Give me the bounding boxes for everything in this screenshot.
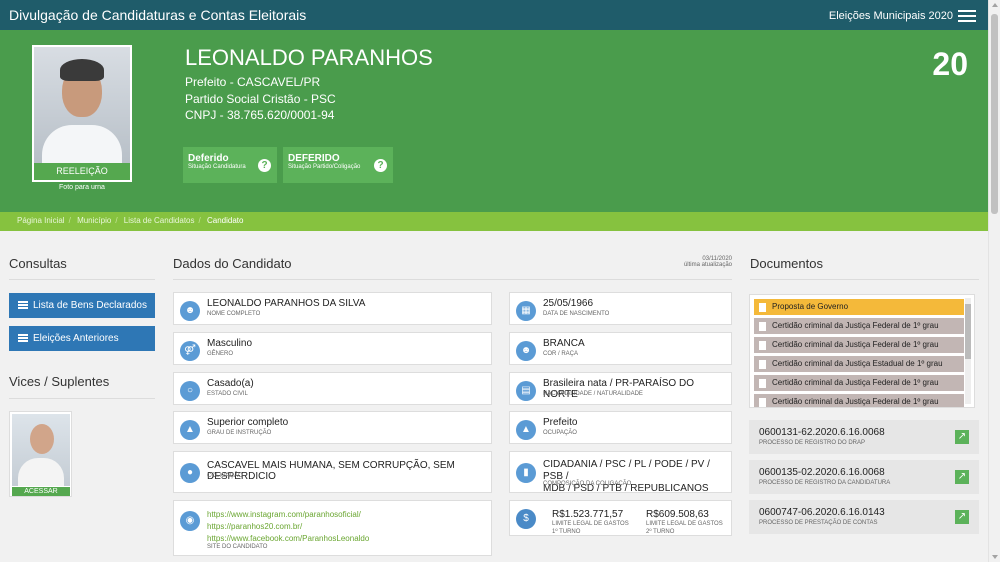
globe-icon: ◉ [180, 511, 200, 531]
assets-list-button[interactable]: Lista de Bens Declarados [9, 293, 155, 318]
person-icon: ☻ [516, 341, 536, 361]
file-icon [759, 398, 766, 407]
gender-card: ⚤ Masculino GÊNERO [173, 332, 492, 365]
documents-scrollbar[interactable] [965, 298, 971, 404]
process-drap: 0600131-62.2020.6.16.0068 PROCESSO DE RE… [749, 420, 979, 454]
candidate-header: REELEIÇÃO Foto para urna LEONALDO PARANH… [0, 30, 988, 212]
website-link[interactable]: https://paranhos20.com.br/ [207, 522, 302, 531]
calendar-icon: ▦ [516, 301, 536, 321]
candidate-cnpj: CNPJ - 38.765.620/0001-94 [185, 108, 335, 122]
gender-icon: ⚤ [180, 341, 200, 361]
bank-icon: ▲ [516, 420, 536, 440]
breadcrumb-municipio[interactable]: Município [77, 216, 111, 225]
coalition-card: ● CASCAVEL MAIS HUMANA, SEM CORRUPÇÃO, S… [173, 451, 492, 493]
consultas-title: Consultas [9, 256, 67, 271]
reelection-badge: REELEIÇÃO [34, 163, 130, 180]
user-icon: ☻ [180, 301, 200, 321]
folder-icon: ▮ [516, 463, 536, 483]
nationality-card: ▤ Brasileira nata / PR-PARAÍSO DO NORTE … [509, 372, 732, 405]
marital-status-card: ○ Casado(a) ESTADO CIVIL [173, 372, 492, 405]
race-card: ☻ BRANCA COR / RAÇA [509, 332, 732, 365]
breadcrumb-candidates[interactable]: Lista de Candidatos [124, 216, 195, 225]
graduation-cap-icon: ▲ [180, 420, 200, 440]
scroll-down-icon[interactable] [992, 555, 998, 559]
scrollbar-thumb[interactable] [991, 14, 998, 214]
help-icon[interactable]: ? [258, 159, 271, 172]
external-link-icon[interactable]: ↗ [955, 430, 969, 444]
instagram-link[interactable]: https://www.instagram.com/paranhosoficia… [207, 510, 361, 519]
divider [9, 398, 155, 399]
candidate-portrait [34, 47, 130, 163]
hamburger-menu-icon[interactable] [958, 10, 976, 22]
status-candidacy: Deferido Situação Candidatura ? [183, 147, 277, 183]
breadcrumb-current: Candidato [206, 216, 244, 225]
documents-title: Documentos [750, 256, 823, 271]
breadcrumb-home[interactable]: Página Inicial [17, 216, 65, 225]
doc-certidao[interactable]: Certidão criminal da Justiça Federal de … [754, 394, 964, 407]
doc-certidao[interactable]: Certidão criminal da Justiça Federal de … [754, 337, 964, 353]
file-icon [759, 303, 766, 312]
list-icon [18, 301, 28, 310]
page-scrollbar[interactable] [988, 0, 1000, 562]
breadcrumb: Página Inicial / Município / Lista de Cand… [0, 212, 988, 231]
divider [9, 279, 155, 280]
candidate-number: 20 [932, 46, 968, 82]
photo-caption: Foto para urna [59, 184, 105, 191]
help-icon[interactable]: ? [374, 159, 387, 172]
birth-date-card: ▦ 25/05/1966 DATA DE NASCIMENTO [509, 292, 732, 325]
file-icon [759, 379, 766, 388]
education-card: ▲ Superior completo GRAU DE INSTRUÇÃO [173, 411, 492, 444]
list-icon [18, 334, 28, 343]
doc-proposta-governo[interactable]: Proposta de Governo [754, 299, 964, 315]
vice-access-button[interactable]: ACESSAR [12, 487, 70, 496]
candidate-office: Prefeito - CASCAVEL/PR [185, 75, 321, 89]
doc-certidao[interactable]: Certidão criminal da Justiça Federal de … [754, 318, 964, 334]
full-name-card: ☻ LEONALDO PARANHOS DA SILVA NOME COMPLE… [173, 292, 492, 325]
doc-certidao[interactable]: Certidão criminal da Justiça Estadual de… [754, 356, 964, 372]
facebook-link[interactable]: https://www.facebook.com/ParanhosLeonald… [207, 534, 369, 543]
vice-card[interactable]: ACESSAR [9, 411, 72, 497]
status-party: DEFERIDO Situação Partido/Coligação ? [283, 147, 393, 183]
file-icon [759, 360, 766, 369]
group-icon: ● [180, 463, 200, 483]
divider [750, 279, 979, 280]
candidate-name: LEONALDO PARANHOS [185, 45, 433, 70]
election-label[interactable]: Eleições Municipais 2020 [829, 10, 953, 22]
divider [173, 279, 732, 280]
app-title[interactable]: Divulgação de Candidaturas e Contas Elei… [9, 7, 306, 23]
spending-limit-card: $ R$1.523.771,57 LIMITE LEGAL DE GASTOS … [509, 500, 732, 536]
website-card: ◉ https://www.instagram.com/paranhosofic… [173, 500, 492, 556]
last-updated: 03/11/2020 última atualização [683, 256, 732, 268]
vice-photo [12, 414, 70, 486]
map-icon: ▤ [516, 381, 536, 401]
documents-list[interactable]: Proposta de Governo Certidão criminal da… [749, 294, 975, 408]
file-icon [759, 341, 766, 350]
vices-title: Vices / Suplentes [9, 374, 110, 389]
external-link-icon[interactable]: ↗ [955, 470, 969, 484]
external-link-icon[interactable]: ↗ [955, 510, 969, 524]
file-icon [759, 322, 766, 331]
candidate-photo: REELEIÇÃO [32, 45, 132, 182]
top-bar: Divulgação de Candidaturas e Contas Elei… [0, 0, 988, 30]
candidate-party: Partido Social Cristão - PSC [185, 92, 336, 106]
process-prestacao-contas: 0600747-06.2020.6.16.0143 PROCESSO DE PR… [749, 500, 979, 534]
scroll-up-icon[interactable] [992, 3, 998, 7]
ring-icon: ○ [180, 381, 200, 401]
dados-title: Dados do Candidato [173, 256, 292, 271]
previous-elections-button[interactable]: Eleições Anteriores [9, 326, 155, 351]
dollar-icon: $ [516, 509, 536, 529]
coalition-composition-card: ▮ CIDADANIA / PSC / PL / PODE / PV / PSB… [509, 451, 732, 494]
occupation-card: ▲ Prefeito OCUPAÇÃO [509, 411, 732, 444]
doc-certidao[interactable]: Certidão criminal da Justiça Federal de … [754, 375, 964, 391]
process-candidatura: 0600135-02.2020.6.16.0068 PROCESSO DE RE… [749, 460, 979, 494]
